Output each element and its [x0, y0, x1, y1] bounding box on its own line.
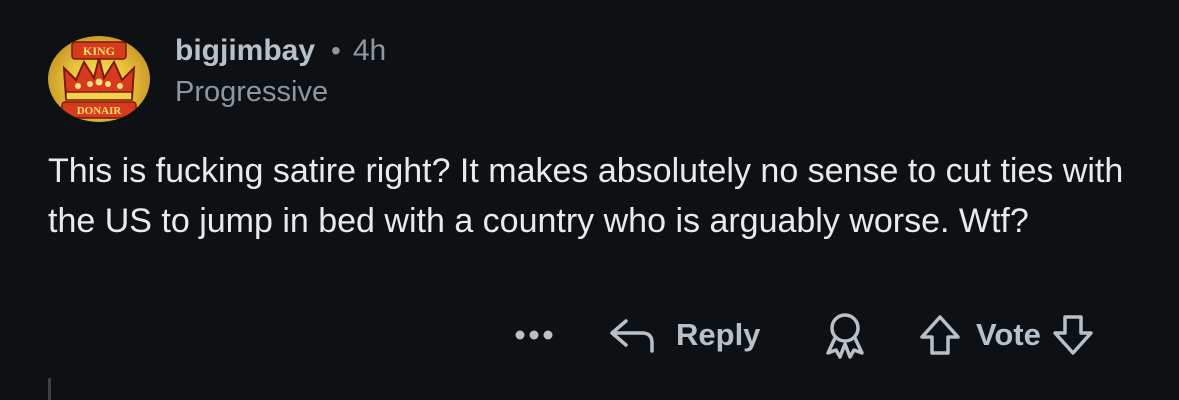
award-button[interactable] [822, 305, 868, 365]
more-options-button[interactable] [514, 305, 554, 365]
meta-separator: • [331, 35, 341, 66]
thread-line[interactable] [48, 378, 51, 400]
award-icon [826, 313, 864, 359]
comment-meta: bigjimbay • 4h [175, 30, 386, 72]
username-link[interactable]: bigjimbay [175, 34, 315, 68]
comment-header: bigjimbay • 4h Progressive [175, 30, 386, 109]
downvote-arrow-icon[interactable] [1051, 313, 1095, 357]
reply-label: Reply [676, 317, 761, 352]
upvote-arrow-icon[interactable] [918, 313, 962, 357]
king-donair-logo: KING DONAIR [61, 41, 137, 119]
comment-body: This is fucking satire right? It makes a… [48, 152, 1124, 240]
vote-label: Vote [976, 317, 1041, 352]
reply-button[interactable]: Reply [608, 305, 760, 365]
avatar[interactable]: KING DONAIR [48, 36, 150, 122]
comment-actions: Reply Vote [0, 305, 1179, 365]
reply-arrow-icon [610, 319, 654, 353]
logo-top-text: KING [83, 44, 115, 58]
timestamp[interactable]: 4h [353, 34, 386, 68]
vote-control: Vote [918, 305, 1095, 365]
comment: KING DONAIR bigjimbay • 4h Progressive T… [0, 0, 1179, 400]
user-flair: Progressive [175, 76, 329, 108]
logo-bottom-text: DONAIR [77, 105, 123, 117]
more-options-icon [515, 330, 553, 340]
